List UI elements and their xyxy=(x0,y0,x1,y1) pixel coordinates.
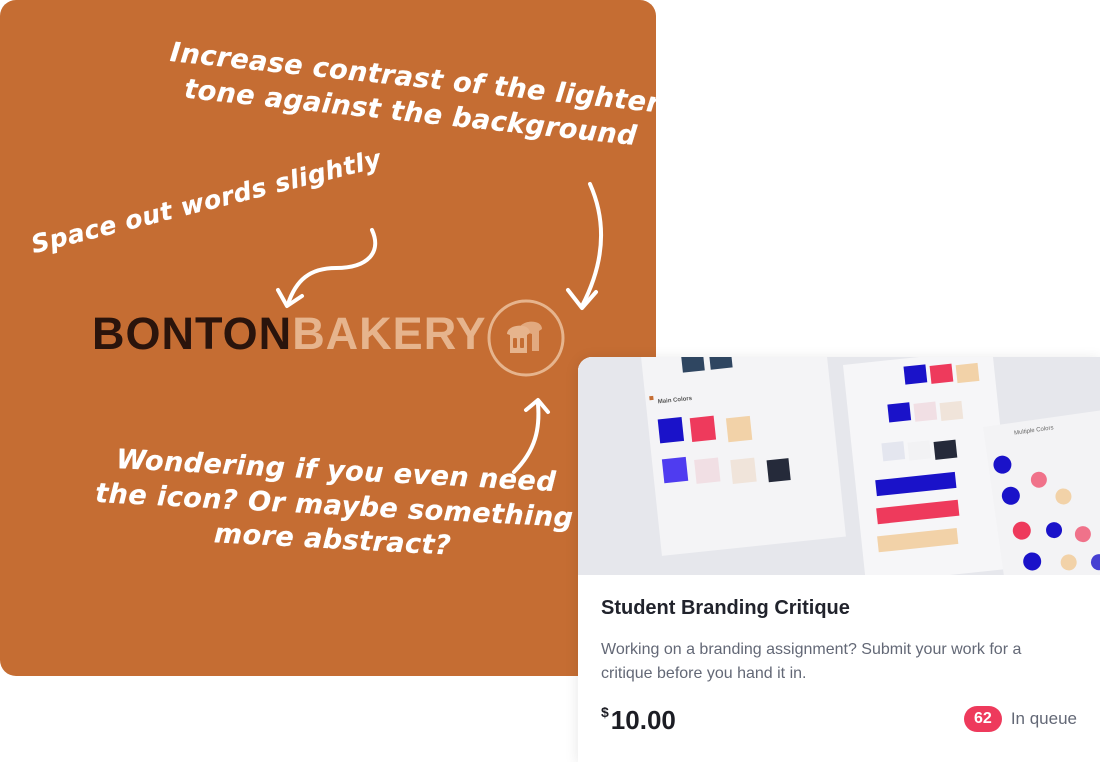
bread-logo-icon xyxy=(487,299,565,377)
arrow-to-logo-icon xyxy=(580,182,604,308)
branding-photo: Main Colors Multiple Colors xyxy=(578,357,1100,575)
price-currency: $ xyxy=(601,704,609,720)
bonton-bakery-wordmark: BONTONBAKERY xyxy=(92,311,487,356)
wordmark-dark-part: BONTON xyxy=(92,308,293,359)
critique-panel: Increase contrast of the lighter tone ag… xyxy=(0,0,656,676)
product-card[interactable]: Main Colors Multiple Colors Student Bran… xyxy=(578,357,1100,762)
queue-count-badge: 62 xyxy=(964,706,1002,732)
queue-status: 62 In queue xyxy=(964,706,1077,732)
card-title[interactable]: Student Branding Critique xyxy=(601,597,850,620)
arrow-from-bottom-note-icon xyxy=(512,402,541,474)
price-amount: 10.00 xyxy=(610,705,676,735)
wordmark-light-part: BAKERY xyxy=(292,308,487,359)
card-description: Working on a branding assignment? Submit… xyxy=(601,641,1022,682)
arrow-to-wordmark-icon xyxy=(286,228,378,306)
queue-label: In queue xyxy=(1010,709,1077,728)
price: $10.00 xyxy=(601,704,676,736)
arrow-head xyxy=(566,288,598,310)
